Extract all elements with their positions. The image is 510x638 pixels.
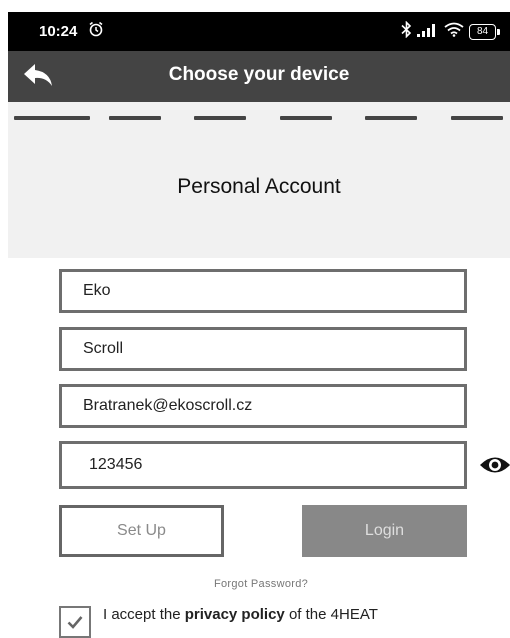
- progress-step: [365, 116, 417, 120]
- consent-suffix: of the 4HEAT: [284, 606, 378, 623]
- privacy-checkbox[interactable]: [59, 606, 91, 638]
- signal-icon: [417, 23, 439, 42]
- progress-step: [14, 116, 90, 120]
- status-bar: 10:24 84: [8, 12, 510, 51]
- progress-step: [280, 116, 332, 120]
- app-bar: Choose your device: [8, 51, 510, 102]
- status-time: 10:24: [39, 23, 78, 40]
- app-bar-title: Choose your device: [168, 64, 350, 85]
- privacy-consent-text: I accept the privacy policy of the 4HEAT: [103, 606, 378, 623]
- battery-icon: 84: [469, 24, 500, 40]
- bluetooth-icon: [401, 20, 412, 43]
- step-band: Personal Account: [8, 102, 510, 258]
- last-name-field[interactable]: Scroll: [59, 327, 467, 371]
- login-button[interactable]: Login: [302, 505, 467, 557]
- status-icons: 84: [401, 20, 500, 43]
- password-field[interactable]: 123456: [59, 441, 467, 489]
- eye-icon[interactable]: [479, 453, 510, 477]
- setup-button[interactable]: Set Up: [59, 505, 224, 557]
- wifi-icon: [444, 22, 464, 42]
- consent-prefix: I accept the: [103, 606, 185, 623]
- privacy-policy-link[interactable]: privacy policy: [185, 606, 285, 623]
- progress-step: [109, 116, 161, 120]
- email-field[interactable]: Bratranek@ekoscroll.cz: [59, 384, 467, 428]
- progress-step: [194, 116, 246, 120]
- alarm-icon: [88, 21, 104, 42]
- forgot-password-link[interactable]: Forgot Password?: [0, 578, 510, 590]
- checkmark-icon: [67, 616, 83, 629]
- section-title: Personal Account: [177, 175, 341, 198]
- progress-step: [451, 116, 503, 120]
- first-name-field[interactable]: Eko: [59, 269, 467, 313]
